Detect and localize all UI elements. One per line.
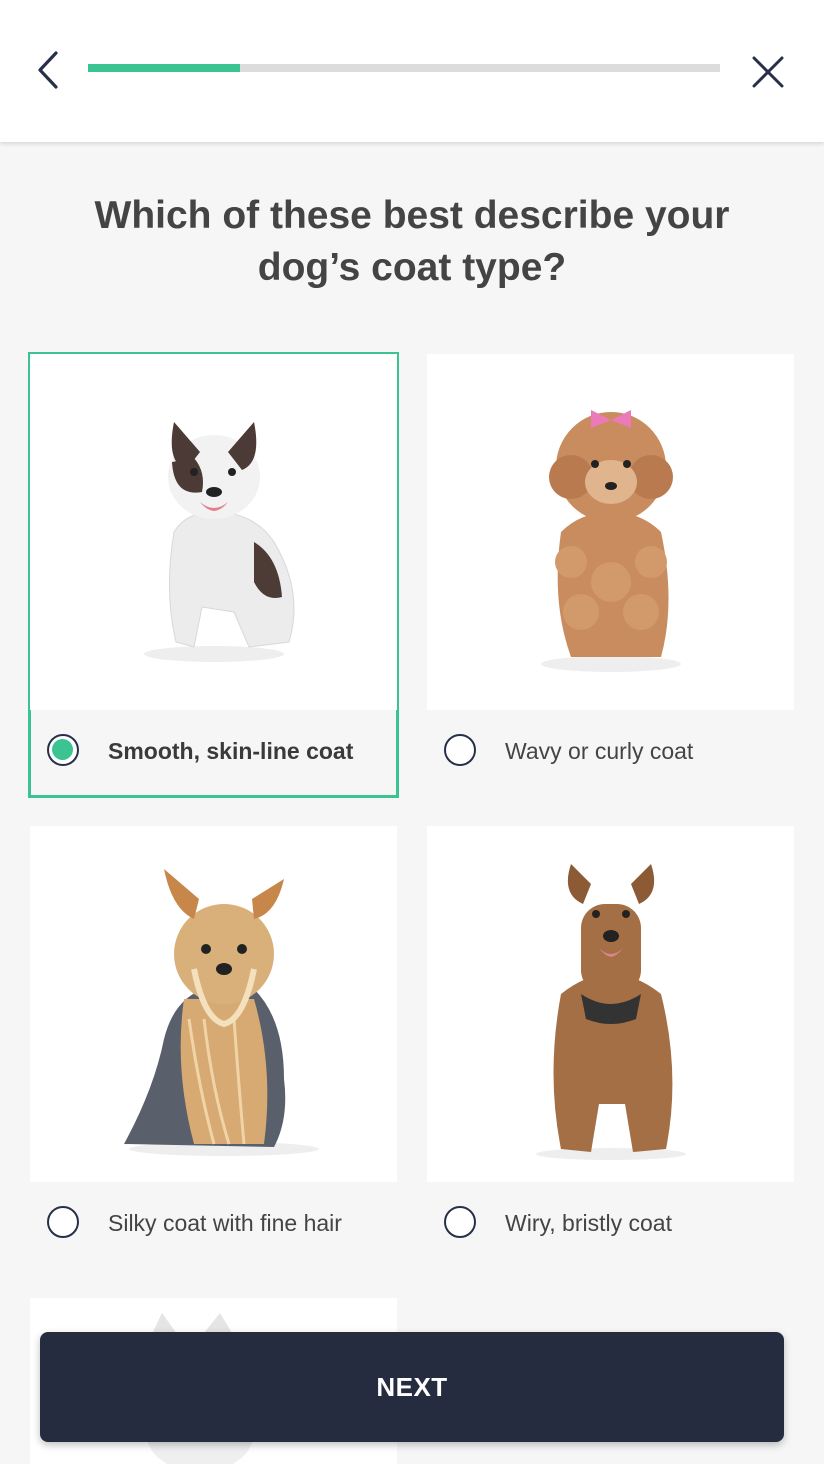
page-title: Which of these best describe your dog’s … [60,190,764,294]
coat-option-label: Wiry, bristly coat [505,1210,672,1236]
poodle-photo [427,354,794,710]
yorkshire-terrier-photo [30,826,397,1182]
radio-selected-dot [52,739,73,760]
airedale-terrier-photo [427,826,794,1182]
close-button[interactable] [744,48,792,96]
coat-option-wavy[interactable]: Wavy or curly coat [427,354,794,796]
coat-option-label: Silky coat with fine hair [108,1210,342,1236]
coat-option-label: Smooth, skin-line coat [108,738,354,764]
coat-option-wiry[interactable]: Wiry, bristly coat [427,826,794,1268]
french-bulldog-photo [30,354,397,710]
progress-bar [88,64,720,72]
radio-button[interactable] [47,1206,79,1238]
coat-option-label-row: Wavy or curly coat [427,710,794,794]
chevron-left-icon [38,51,58,89]
page-title-line-2: dog’s coat type? [257,246,567,289]
coat-option-silky[interactable]: Silky coat with fine hair [30,826,397,1268]
radio-button[interactable] [444,1206,476,1238]
close-icon [752,56,784,88]
coat-option-label-row: Smooth, skin-line coat [30,710,397,794]
coat-option-label-row: Wiry, bristly coat [427,1182,794,1266]
next-button[interactable]: NEXT [40,1332,784,1442]
progress-bar-fill [88,64,240,72]
coat-option-smooth[interactable]: Smooth, skin-line coat [28,352,399,798]
back-button[interactable] [30,48,70,94]
radio-button[interactable] [444,734,476,766]
coat-option-label: Wavy or curly coat [505,738,694,764]
page-title-line-1: Which of these best describe your [94,194,730,237]
coat-option-label-row: Silky coat with fine hair [30,1182,397,1266]
radio-button[interactable] [47,734,79,766]
top-bar [0,0,824,142]
